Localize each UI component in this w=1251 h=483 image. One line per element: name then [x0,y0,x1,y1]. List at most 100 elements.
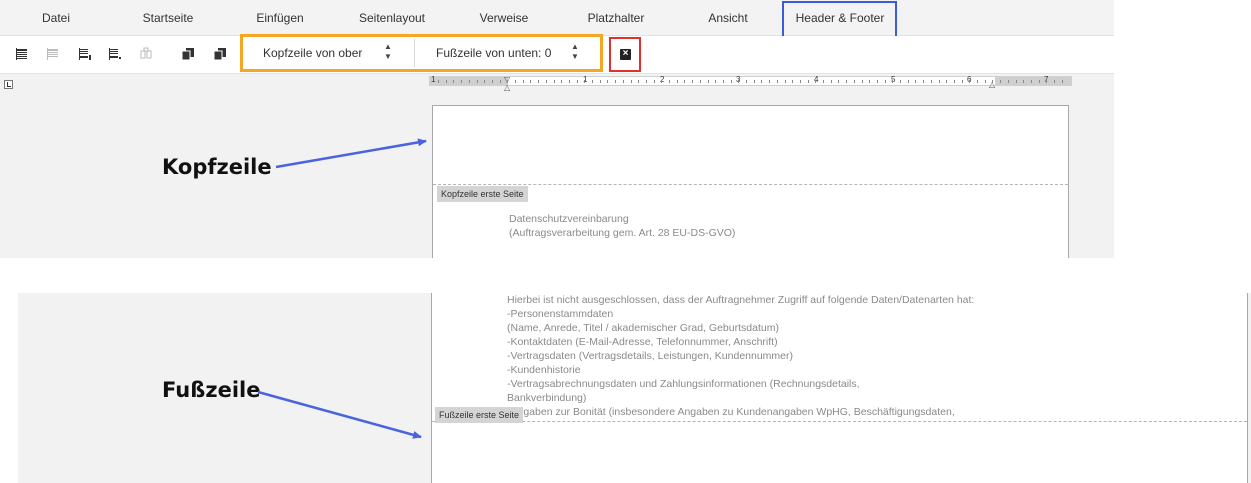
ruler-tick [584,80,586,83]
ruler-tick [1030,80,1032,83]
ruler-tick [984,80,986,83]
header-offset-arrows[interactable]: ▲ ▼ [383,42,393,64]
ruler-tick [568,80,570,83]
ruler-tick [1054,80,1055,83]
document-page-bottom[interactable]: Hierbei ist nicht ausgeschlossen, dass d… [431,293,1248,483]
ruler-tick [846,80,848,83]
paste-pages-icon[interactable] [213,47,227,61]
ruler-tick [792,80,794,83]
ruler-tick [515,80,516,83]
ruler-tick [761,80,763,83]
ruler-tick [1046,80,1048,83]
document-page-top[interactable]: Kopfzeile erste Seite Datenschutzvereinb… [432,105,1069,258]
ruler-tick [884,80,886,83]
menu-datei[interactable]: Datei [30,0,82,36]
header-offset-spinner[interactable]: Kopfzeile von ober ▲ ▼ [243,37,414,69]
document-title-line: Datenschutzvereinbarung [509,213,629,225]
chevron-up-icon[interactable]: ▲ [383,42,393,52]
ruler-tick [1007,80,1009,83]
ruler-tick [784,80,786,83]
link-previous-icon[interactable] [139,47,153,61]
header-offset-label[interactable]: Kopfzeile von ober [263,46,369,60]
ruler-tick [484,80,486,83]
ruler-tick [823,80,824,83]
ruler-tick [661,80,663,83]
ruler-tick [876,80,878,83]
ruler-tick [622,80,624,83]
footer-separator [432,421,1247,422]
ruler-tick [799,80,801,83]
ruler-tick [561,80,563,83]
footer-insert-icon[interactable] [78,47,92,61]
ruler-tick [869,80,871,83]
ruler-tick [468,80,470,83]
copy-pages-icon[interactable] [181,47,195,61]
ruler-tick [707,80,709,83]
body-text-line: -Angaben zur Bonität (insbesondere Angab… [507,406,955,418]
ruler-tick [699,80,701,83]
footer-first-page-tag: Fußzeile erste Seite [435,407,524,423]
ruler-tick [730,80,732,83]
ruler-tick [753,80,755,83]
ruler-tick [992,80,994,83]
menu-verweise[interactable]: Verweise [470,0,538,36]
ruler-tick [776,80,778,83]
body-text-line: (Name, Anrede, Titel / akademischer Grad… [507,322,779,334]
ruler-tick [615,80,617,83]
ruler-tick [807,80,809,83]
ruler-number: 1 [431,75,436,84]
close-header-footer-icon[interactable]: × [620,48,631,60]
ruler-tick [1023,80,1025,83]
footer-edit-icon[interactable] [108,47,122,61]
ruler-tick [507,80,509,83]
document-title-line: (Auftragsverarbeitung gem. Art. 28 EU-DS… [509,227,736,239]
body-text-line: Bankverbindung) [507,392,587,404]
ruler-tick [1061,80,1063,83]
ruler-tick [861,80,863,83]
header-first-page-tag: Kopfzeile erste Seite [437,186,528,202]
chevron-down-icon[interactable]: ▼ [570,52,580,62]
ruler-tick [815,80,817,83]
chevron-up-icon[interactable]: ▲ [570,42,580,52]
ruler-tick [438,80,439,83]
menu-seitenlayout[interactable]: Seitenlayout [352,0,432,36]
menu-einfuegen[interactable]: Einfügen [244,0,316,36]
footer-offset-spinner[interactable]: Fußzeile von unten: 0 ▲ ▼ [415,37,601,69]
header-icon[interactable] [15,47,29,61]
ruler-tick [645,80,647,83]
footer-offset-arrows[interactable]: ▲ ▼ [570,42,580,64]
ruler-tick [530,80,532,83]
ruler-tick [576,80,578,83]
ruler-tick [592,80,593,83]
body-text-line: -Personenstammdaten [507,308,614,320]
header-footer-offset-group: Kopfzeile von ober ▲ ▼ Fußzeile von unte… [240,34,603,72]
horizontal-ruler[interactable]: 1 1 2 3 4 5 6 7 ▽ △ △ [429,75,1072,92]
menu-platzhalter[interactable]: Platzhalter [578,0,654,36]
body-text-line: Hierbei ist nicht ausgeschlossen, dass d… [507,294,975,306]
left-indent-marker[interactable]: △ [504,84,510,92]
ruler-tick [923,80,925,83]
header-footer-highlight-box [782,1,897,39]
ruler-tick [522,80,524,83]
ruler-tick [599,80,601,83]
footer-callout-label: Fußzeile [162,378,261,402]
ruler-tick [953,80,955,83]
header-callout-label: Kopfzeile [162,155,272,179]
ruler-tick [476,80,478,83]
close-highlight-box: × [609,37,641,72]
ruler-tick [838,80,840,83]
header-disabled-icon[interactable] [46,47,60,61]
footer-offset-label[interactable]: Fußzeile von unten: 0 [436,46,562,60]
chevron-down-icon[interactable]: ▼ [383,52,393,62]
menu-ansicht[interactable]: Ansicht [700,0,756,36]
menu-startseite[interactable]: Startseite [132,0,204,36]
ruler-tick [907,80,909,83]
ruler-tick [461,80,463,83]
ruler-tick [969,80,971,83]
ruler-tick [1000,80,1002,83]
ruler-tick [715,80,717,83]
body-text-line: -Vertragsdaten (Vertragsdetails, Leistun… [507,350,793,362]
ruler-tick [769,80,771,83]
ruler-tick [499,80,501,83]
tab-stop-selector[interactable] [4,80,13,89]
